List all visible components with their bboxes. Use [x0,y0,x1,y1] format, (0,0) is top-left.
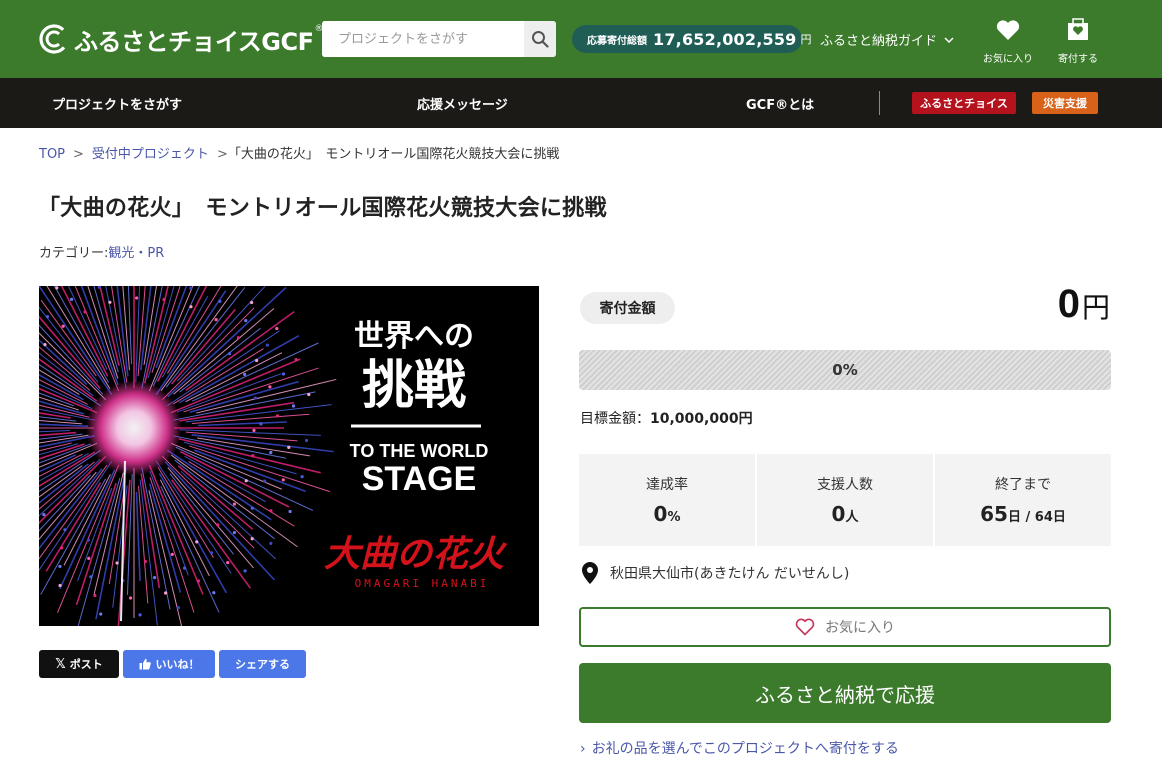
fireworks-illustration: 世界への 挑戦 TO THE WORLD STAGE 大曲の花火 OMAGARI… [39,286,539,626]
gift-link-label: お礼の品を選んでこのプロジェクトへ寄付をする [591,741,899,757]
nav-about-gcf[interactable]: GCF®とは [746,94,814,113]
logo-text: ふるさとチョイスGCF [74,27,314,56]
thumbs-up-icon [139,658,151,670]
nav-messages[interactable]: 応援メッセージ [417,94,508,113]
favorites-label: お気に入り [983,54,1033,65]
donation-amount-value: 0 [1057,282,1080,326]
breadcrumb-current: 「大曲の花火」 モントリオール国際花火競技大会に挑戦 [227,147,560,162]
funding-progress-bar: 0% [579,350,1111,390]
header-favorites-button[interactable]: お気に入り [978,18,1038,65]
category-line: カテゴリー:観光・PR [39,242,164,261]
x-logo-icon: 𝕏 [55,656,66,672]
stat-achievement-rate: 達成率 0% [579,454,755,546]
hero-brand-en: OMAGARI HANABI [355,577,490,590]
search-box [322,21,556,57]
total-donations-value: 17,652,002,559 [653,29,797,49]
stat-label: 終了まで [995,477,1051,493]
nav-furusato-choice-link[interactable]: ふるさとチョイス [912,92,1016,114]
hero-line4: STAGE [362,460,477,498]
choose-gift-link[interactable]: › お礼の品を選んでこのプロジェクトへ寄付をする [580,738,899,758]
share-buttons: 𝕏 ポスト いいね！ シェアする [39,650,306,678]
page-title: 「大曲の花火」 モントリオール国際花火競技大会に挑戦 [38,196,607,221]
main-nav: プロジェクトをさがす 応援メッセージ GCF®とは ふるさとチョイス 災害支援 [0,78,1162,128]
breadcrumb-separator: > [73,147,84,162]
chevron-right-icon: › [580,741,586,757]
search-icon [532,31,549,48]
hero-brand-jp: 大曲の花火 [324,533,508,575]
donation-amount: 0円 [1058,282,1110,327]
x-post-button[interactable]: 𝕏 ポスト [39,650,119,678]
furusato-guide-menu[interactable]: ふるさと納税ガイド [820,30,954,49]
project-hero-image: 世界への 挑戦 TO THE WORLD STAGE 大曲の花火 OMAGARI… [39,286,539,626]
funding-stats: 達成率 0% 支援人数 0人 終了まで 65日 / 64日 [579,454,1111,546]
support-with-furusato-tax-button[interactable]: ふるさと納税で応援 [579,663,1111,723]
like-label: いいね！ [155,658,200,671]
nav-find-projects[interactable]: プロジェクトをさがす [52,94,182,113]
heart-icon [996,20,1020,40]
goal-value: 10,000,000円 [650,411,753,427]
category-link[interactable]: 観光・PR [108,246,164,261]
header-donate-button[interactable]: 寄付する [1048,18,1108,65]
breadcrumb-open-projects[interactable]: 受付中プロジェクト [92,147,209,162]
hero-line2: 挑戦 [362,356,466,416]
donation-amount-unit: 円 [1081,291,1110,324]
donate-box-icon [1068,18,1088,40]
hero-line1: 世界への [354,319,474,354]
site-logo[interactable]: ふるさとチョイスGCF ® [38,22,324,56]
stat-supporters: 支援人数 0人 [757,454,933,546]
category-prefix: カテゴリー: [39,246,109,261]
stat-value: 65日 / 64日 [980,502,1066,526]
hero-line3: TO THE WORLD [350,441,489,461]
heart-outline-icon [795,618,815,636]
breadcrumb-separator: > [216,147,228,162]
progress-label: 0% [832,361,858,379]
share-label: シェアする [235,658,290,671]
map-pin-icon [582,562,598,584]
breadcrumb-top[interactable]: TOP [39,147,65,162]
total-donations-label: 応募寄付総額 [587,35,647,47]
top-header: ふるさとチョイスGCF ® 応募寄付総額 17,652,002,559 円 ふる… [0,0,1162,78]
search-input[interactable] [322,21,524,57]
add-favorite-button[interactable]: お気に入り [579,607,1111,647]
x-post-label: ポスト [69,658,103,671]
facebook-share-button[interactable]: シェアする [219,650,306,678]
nav-divider [879,91,880,115]
stat-value: 0% [653,502,681,526]
stat-label: 達成率 [646,477,688,493]
donation-amount-label: 寄付金額 [580,292,675,324]
project-location: 秋田県大仙市(あきたけん だいせんし) [582,562,849,584]
total-donations-unit: 円 [800,33,812,46]
gcf-logo-icon [39,24,69,54]
chevron-down-icon [944,36,954,43]
total-donations-badge: 応募寄付総額 17,652,002,559 円 [572,25,812,53]
guide-label: ふるさと納税ガイド [820,34,938,49]
location-text: 秋田県大仙市(あきたけん だいせんし) [610,566,850,582]
stat-label: 支援人数 [817,477,873,493]
breadcrumb: TOP > 受付中プロジェクト >「大曲の花火」 モントリオール国際花火競技大会に挑戦 [39,143,559,162]
stat-value: 0人 [831,502,859,526]
favorite-button-label: お気に入り [825,620,895,636]
nav-disaster-support-link[interactable]: 災害支援 [1032,92,1098,114]
search-button[interactable] [524,21,556,57]
goal-label: 目標金額： [580,411,650,427]
facebook-like-button[interactable]: いいね！ [123,650,215,678]
stat-days-remaining: 終了まで 65日 / 64日 [935,454,1111,546]
goal-amount: 目標金額：10,000,000円 [580,408,753,428]
donate-label: 寄付する [1058,54,1098,65]
